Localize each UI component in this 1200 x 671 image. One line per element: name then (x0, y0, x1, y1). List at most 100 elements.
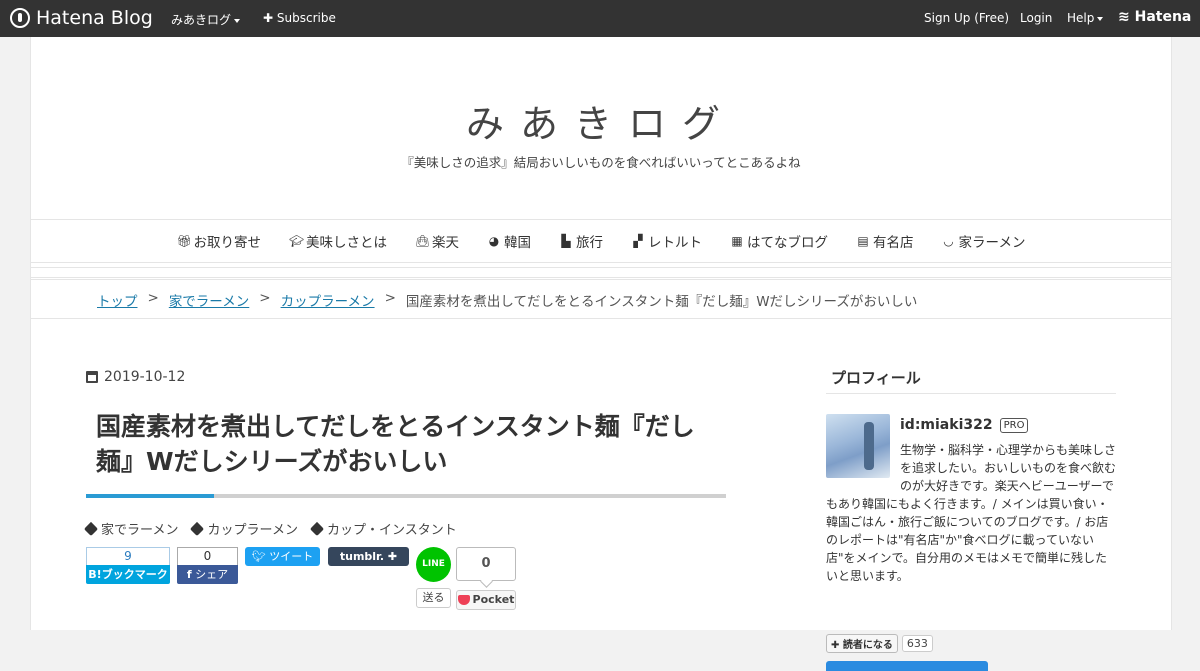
tag-icon (309, 521, 325, 536)
profile-description: 生物学・脳科学・心理学からも美味しさ を追求したい。おいしいものを食べ飲む のが… (826, 441, 1116, 585)
subscribe-label: Subscribe (276, 11, 336, 25)
calendar-icon: ▦ (731, 234, 743, 248)
line-send-button[interactable]: 送る (416, 588, 451, 608)
tumblr-share-button[interactable]: tumblr. ✚ (328, 547, 409, 566)
map-icon: ▙ (561, 234, 571, 248)
pocket-share[interactable]: 0 Pocket (456, 547, 516, 610)
plus-icon: ✚ (263, 11, 274, 25)
pocket-icon (457, 595, 470, 605)
profile-description-line: のレポートは"有名店"か"食べログに載っていない (826, 533, 1094, 547)
profile-description-line: 韓国ごはん・旅行ご飯についてのブログです。/ お店 (826, 515, 1109, 529)
hatena-blog-logo[interactable]: Hatena Blog (10, 7, 153, 29)
nav-item-rakuten[interactable]: 👜︎ 楽天 (415, 231, 459, 251)
title-underline (86, 494, 726, 498)
divider (31, 267, 1171, 278)
login-link[interactable]: Login (1020, 11, 1052, 25)
hatena-label: Hatena (1134, 9, 1192, 25)
globe-icon: ◕ (488, 234, 500, 248)
profile-description-line: 生物学・脳科学・心理学からも美味しさ (900, 443, 1117, 457)
tag-icon (83, 521, 99, 536)
pocket-label: Pocket (472, 593, 515, 606)
profile-description-line: 店"をメインで。自分用のメモはメモで簡単に残した (826, 551, 1108, 565)
nav-item-retort[interactable]: ▞ レトルト (631, 231, 702, 251)
chevron-down-icon (1097, 16, 1104, 21)
twitter-share-label: ツイート (269, 550, 314, 563)
breadcrumb-separator: > (259, 290, 271, 306)
title-underline-accent (86, 494, 214, 498)
signup-link[interactable]: Sign Up (Free) (924, 11, 1009, 25)
twitter-share-button[interactable]: 🐦︎ ツイート (245, 547, 320, 566)
category-label: カップラーメン (207, 523, 298, 538)
facebook-share[interactable]: 0 f シェア (177, 547, 238, 584)
graduation-cap-icon: 🎓︎ (289, 234, 305, 248)
cubes-icon: ▞ (633, 234, 643, 248)
sidebar-profile: プロフィール id:miaki322 PRO 生物学・脳科学・心理学からも美味し… (826, 367, 1116, 671)
blog-menu-label: みあきログ (171, 13, 232, 27)
nav-item-label: 旅行 (576, 235, 604, 251)
nav-item-ramen[interactable]: ◡ 家ラーメン (942, 231, 1025, 251)
facebook-share-label: シェア (195, 568, 229, 581)
archive-icon: ▤ (857, 234, 869, 248)
facebook-share-button[interactable]: f シェア (177, 565, 238, 584)
help-label: Help (1067, 11, 1095, 25)
breadcrumb-separator: > (147, 290, 159, 306)
post-title[interactable]: 国産素材を煮出してだしをとるインスタント麺『だし麺』Wだしシリーズがおいしい (96, 409, 726, 479)
nav-item-travel[interactable]: ▙ 旅行 (559, 231, 603, 251)
breadcrumb-category-link[interactable]: 家でラーメン (169, 290, 249, 310)
profile-description-line: もあり韓国にもよく行きます。/ メインは買い食い・ (826, 497, 1109, 511)
category-tag[interactable]: 家でラーメン (83, 519, 178, 538)
profile-heading: プロフィール (826, 367, 1116, 394)
blog-menu-dropdown[interactable]: みあきログ (171, 11, 241, 28)
hatena-bookmark-button[interactable]: B!ブックマーク (86, 565, 170, 584)
pro-badge: PRO (999, 417, 1029, 433)
hatena-home-link[interactable]: ≋ Hatena (1118, 9, 1191, 25)
help-dropdown[interactable]: Help (1067, 11, 1104, 25)
hatena-blog-logo-text: Hatena Blog (36, 7, 153, 29)
line-share[interactable]: LINE 送る (416, 547, 451, 608)
profile-user-id[interactable]: id:miaki322 (900, 417, 993, 433)
breadcrumb-top-link[interactable]: トップ (97, 290, 138, 310)
line-icon[interactable]: LINE (416, 547, 451, 582)
follow-button[interactable] (826, 661, 988, 671)
nav-item-label: 楽天 (432, 235, 460, 251)
profile-user[interactable]: id:miaki322 PRO (900, 417, 1029, 433)
hatena-bookmark-count[interactable]: 9 (86, 547, 170, 565)
post-date[interactable]: 2019-10-12 (86, 369, 185, 385)
shopping-bag-icon: 👜︎ (415, 234, 431, 248)
blog-title[interactable]: みあきログ (31, 93, 1171, 148)
hatena-global-header: Hatena Blog みあきログ ✚ Subscribe Sign Up (F… (0, 0, 1200, 37)
category-tag[interactable]: カップ・インスタント (309, 519, 457, 538)
profile-description-line: いと思います。 (826, 569, 909, 583)
reader-subscribe: ✚ 読者になる 633 (826, 634, 933, 653)
nav-item-label: お取り寄せ (193, 235, 262, 251)
nav-item-famous[interactable]: ▤ 有名店 (856, 231, 913, 251)
chevron-down-icon (234, 18, 241, 23)
nav-item-otoriyose[interactable]: 🎁︎ お取り寄せ (177, 231, 262, 251)
bowl-icon: ◡ (943, 234, 954, 248)
blog-description: 『美味しさの追求』結局おいしいものを食べればいいってとこあるよね (401, 155, 801, 170)
pocket-count: 0 (456, 547, 516, 581)
breadcrumb-subcategory-link[interactable]: カップラーメン (281, 290, 375, 310)
breadcrumb-current: 国産素材を煮出してだしをとるインスタント麺『だし麺』Wだしシリーズがおいしい (405, 294, 918, 310)
nav-item-label: レトルト (648, 235, 703, 251)
breadcrumb-separator: > (384, 290, 396, 306)
profile-description-line: のが大好きです。楽天ヘビーユーザーで (900, 479, 1114, 493)
tag-icon (190, 521, 205, 536)
reader-count[interactable]: 633 (901, 635, 933, 652)
nav-item-label: はてなブログ (747, 235, 829, 251)
pocket-button[interactable]: Pocket (456, 590, 516, 610)
subscribe-button[interactable]: ✚ Subscribe (263, 11, 336, 25)
nav-item-hatenablog[interactable]: ▦ はてなブログ (730, 231, 828, 251)
nav-item-label: 韓国 (504, 235, 532, 251)
nav-item-label: 美味しさとは (306, 235, 388, 251)
become-reader-button[interactable]: ✚ 読者になる (826, 634, 898, 653)
category-tag[interactable]: カップラーメン (190, 519, 298, 538)
gift-icon: 🎁︎ (176, 234, 192, 248)
nav-item-korea[interactable]: ◕ 韓国 (487, 231, 531, 251)
nav-item-oishisa[interactable]: 🎓︎ 美味しさとは (289, 231, 387, 251)
category-nav: 🎁︎ お取り寄せ 🎓︎ 美味しさとは 👜︎ 楽天 ◕ 韓国 ▙ 旅行 ▞ レトルト ▦ はてな… (31, 219, 1171, 263)
hatena-mark-icon: ≋ (1118, 9, 1130, 25)
hatena-bookmark-share[interactable]: 9 B!ブックマーク (86, 547, 170, 584)
facebook-icon: f (186, 568, 192, 581)
blog-page: みあきログ 『美味しさの追求』結局おいしいものを食べればいいってとこあるよね 🎁… (30, 37, 1172, 671)
